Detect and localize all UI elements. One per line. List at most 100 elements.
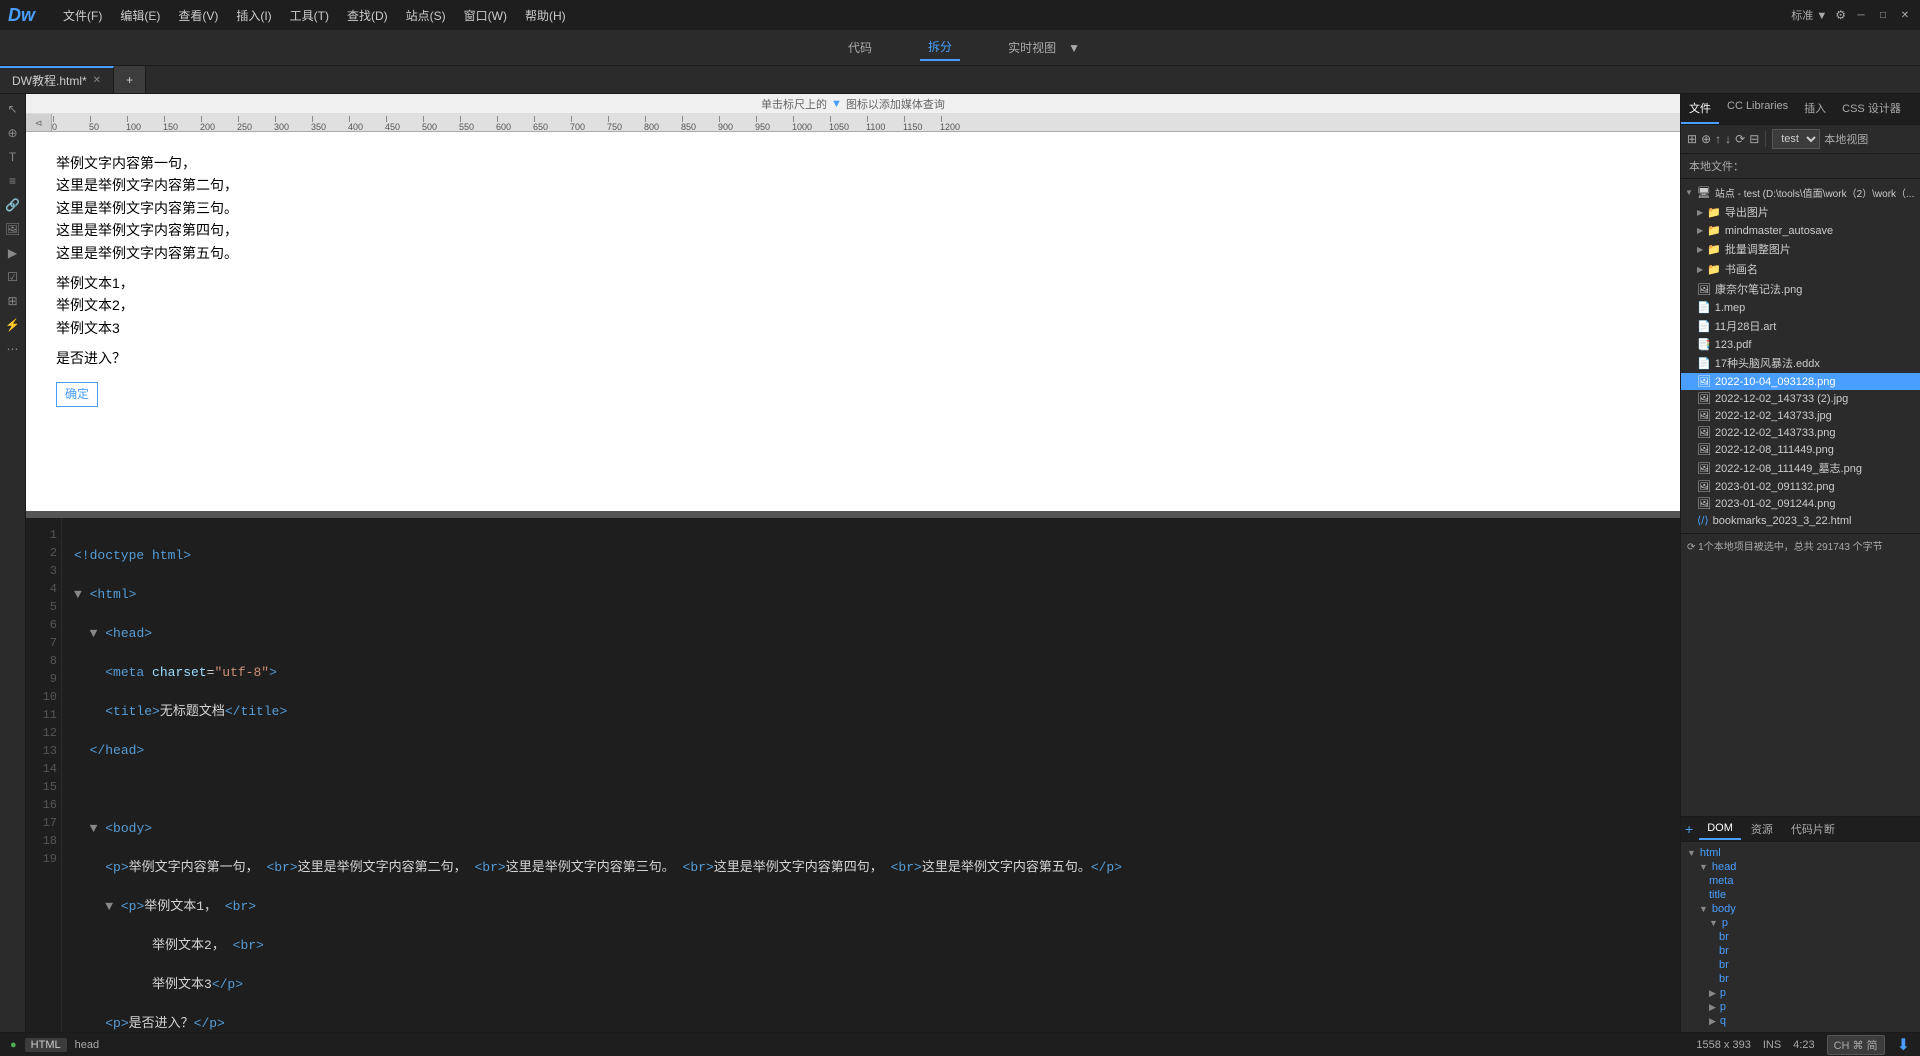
dom-title[interactable]: title — [1687, 888, 1914, 902]
file-autosave[interactable]: ▶ 📁 mindmaster_autosave — [1681, 222, 1920, 239]
settings-icon[interactable]: ⚙ — [1835, 8, 1846, 22]
dom-br3[interactable]: br — [1687, 958, 1914, 972]
dom-expand-q[interactable]: ▶ — [1709, 1016, 1716, 1027]
file-img-2022-1202b[interactable]: 🖼 2022-12-02_143733.jpg — [1681, 407, 1920, 424]
rpanel-tab-insert[interactable]: 插入 — [1796, 94, 1834, 124]
confirm-button[interactable]: 确定 — [56, 378, 1650, 407]
file-img-2022-1208b[interactable]: 🖼 2022-12-08_111449_墓志.png — [1681, 458, 1920, 478]
line-10: 10 — [30, 688, 57, 706]
file-batch-img[interactable]: ▶ 📁 批量调整图片 — [1681, 239, 1920, 259]
file-img-2023-0102b[interactable]: 🖼 2023-01-02_091244.png — [1681, 495, 1920, 512]
sidebar-icon-arrow[interactable]: ↖ — [2, 98, 24, 120]
tab-close-button[interactable]: ✕ — [93, 75, 101, 86]
file-pdf[interactable]: 📑 123.pdf — [1681, 336, 1920, 353]
folder-expand-icon: ▼ — [1685, 188, 1693, 197]
dom-p3[interactable]: ▶ p — [1687, 1000, 1914, 1014]
snippets-tab[interactable]: 代码片断 — [1783, 817, 1843, 841]
site-selector[interactable]: test — [1772, 129, 1820, 149]
file-1mep[interactable]: 📄 1.mep — [1681, 299, 1920, 316]
close-button[interactable]: ✕ — [1898, 8, 1912, 22]
live-view-dropdown[interactable]: ▼ — [1068, 41, 1080, 55]
split-view-button[interactable]: 拆分 — [920, 34, 960, 61]
sidebar-icon-media[interactable]: ▶ — [2, 242, 24, 264]
file-art[interactable]: 📄 11月28日.art — [1681, 316, 1920, 336]
dom-head[interactable]: ▼ head — [1687, 860, 1914, 874]
file-eddx[interactable]: 📄 17种头脑风暴法.eddx — [1681, 353, 1920, 373]
menu-edit[interactable]: 编辑(E) — [112, 3, 168, 28]
menu-tools[interactable]: 工具(T) — [282, 3, 337, 28]
code-line-1: <!doctype html> — [74, 546, 1668, 566]
file-bookmarks[interactable]: ⟨/⟩ bookmarks_2023_3_22.html — [1681, 512, 1920, 529]
left-sidebar: ↖ ⊕ T ≡ 🔗 🖼 ▶ ☑ ⊞ ⚡ ⋯ — [0, 94, 26, 1032]
dom-expand-p3[interactable]: ▶ — [1709, 1002, 1716, 1013]
design-content[interactable]: 举例文字内容第一句， 这里是举例文字内容第二句， 这里是举例文字内容第三句。 这… — [26, 132, 1680, 427]
menu-file[interactable]: 文件(F) — [55, 3, 110, 28]
code-editor[interactable]: <!doctype html> ▼ <html> ▼ <head> <meta … — [62, 518, 1680, 1032]
rpt-down-icon[interactable]: ↓ — [1725, 132, 1731, 146]
rpt-add-icon[interactable]: ⊕ — [1701, 132, 1711, 146]
menu-window[interactable]: 窗口(W) — [456, 3, 515, 28]
sidebar-icon-image[interactable]: 🖼 — [2, 218, 24, 240]
dom-expand-p2[interactable]: ▶ — [1709, 988, 1716, 999]
file-img-2022-1208a[interactable]: 🖼 2022-12-08_111449.png — [1681, 441, 1920, 458]
rpanel-tab-files[interactable]: 文件 — [1681, 94, 1719, 124]
sidebar-icon-text[interactable]: T — [2, 146, 24, 168]
minimize-button[interactable]: ─ — [1854, 8, 1868, 22]
dom-meta[interactable]: meta — [1687, 874, 1914, 888]
sidebar-icon-cursor[interactable]: ⊕ — [2, 122, 24, 144]
file-cornell[interactable]: 🖼 康奈尔笔记法.png — [1681, 279, 1920, 299]
tab-dw-tutorial[interactable]: DW教程.html* ✕ — [0, 66, 114, 93]
dom-add-icon[interactable]: + — [1685, 821, 1693, 837]
file-img-2022-1202c[interactable]: 🖼 2022-12-02_143733.png — [1681, 424, 1920, 441]
sidebar-icon-form[interactable]: ☑ — [2, 266, 24, 288]
maximize-button[interactable]: □ — [1876, 8, 1890, 22]
dom-expand-html[interactable]: ▼ — [1687, 848, 1696, 858]
menu-help[interactable]: 帮助(H) — [517, 3, 574, 28]
code-line-2: ▼ <html> — [74, 585, 1668, 605]
sidebar-icon-widgets[interactable]: ⊞ — [2, 290, 24, 312]
dom-expand-head[interactable]: ▼ — [1699, 862, 1708, 872]
file-root[interactable]: ▼ 🖥 站点 - test (D:\tools\值面\work（2）\work（… — [1681, 183, 1920, 202]
live-view-button[interactable]: 实时视图 — [1000, 35, 1064, 60]
dom-expand-body[interactable]: ▼ — [1699, 904, 1708, 914]
dom-p2[interactable]: ▶ p — [1687, 986, 1914, 1000]
sidebar-icon-link[interactable]: 🔗 — [2, 194, 24, 216]
dom-br2[interactable]: br — [1687, 944, 1914, 958]
dom-tag-br3: br — [1719, 959, 1729, 971]
file-img-2023-0102a[interactable]: 🖼 2023-01-02_091132.png — [1681, 478, 1920, 495]
dom-p1[interactable]: ▼ p — [1687, 916, 1914, 930]
rpt-remove-icon[interactable]: ⊟ — [1749, 132, 1759, 146]
code-view[interactable]: 1 2 3 4 5 6 7 8 9 10 11 12 13 14 15 16 1… — [26, 518, 1680, 1032]
rpt-up-icon[interactable]: ↑ — [1715, 132, 1721, 146]
menu-site[interactable]: 站点(S) — [398, 3, 454, 28]
sidebar-icon-jquery[interactable]: ⚡ — [2, 314, 24, 336]
dom-q[interactable]: ▶ q — [1687, 1014, 1914, 1028]
rpt-grid-icon[interactable]: ⊞ — [1687, 132, 1697, 146]
ruler-1050: 1050 — [829, 116, 849, 132]
dom-expand-p1[interactable]: ▼ — [1709, 918, 1718, 928]
tab-new[interactable]: + — [114, 66, 146, 93]
menu-insert[interactable]: 插入(I) — [228, 3, 279, 28]
refresh-icon[interactable]: ⟳ — [1687, 542, 1695, 553]
file-img-2022-1202a[interactable]: 🖼 2022-12-02_143733 (2).jpg — [1681, 390, 1920, 407]
sidebar-icon-list[interactable]: ≡ — [2, 170, 24, 192]
file-paintings[interactable]: ▶ 📁 书画名 — [1681, 259, 1920, 279]
line-14: 14 — [30, 760, 57, 778]
menu-find[interactable]: 查找(D) — [339, 3, 396, 28]
dom-body[interactable]: ▼ body — [1687, 902, 1914, 916]
menu-view[interactable]: 查看(V) — [170, 3, 226, 28]
rpanel-tab-cc[interactable]: CC Libraries — [1719, 94, 1796, 124]
rpt-refresh-icon[interactable]: ⟳ — [1735, 132, 1745, 146]
sidebar-icon-more[interactable]: ⋯ — [2, 338, 24, 360]
ruler-600: 600 — [496, 116, 511, 132]
dom-tab[interactable]: DOM — [1699, 818, 1741, 840]
file-img-2022-1004[interactable]: 🖼 2022-10-04_093128.png — [1681, 373, 1920, 390]
rpanel-tab-css[interactable]: CSS 设计器 — [1834, 94, 1909, 124]
dom-html[interactable]: ▼ html — [1687, 846, 1914, 860]
code-view-button[interactable]: 代码 — [840, 35, 880, 60]
file-export[interactable]: ▶ 📁 导出图片 — [1681, 202, 1920, 222]
dom-br1[interactable]: br — [1687, 930, 1914, 944]
dom-br4[interactable]: br — [1687, 972, 1914, 986]
resources-tab[interactable]: 资源 — [1743, 817, 1781, 841]
folder-icon: 🖥 — [1697, 186, 1711, 199]
